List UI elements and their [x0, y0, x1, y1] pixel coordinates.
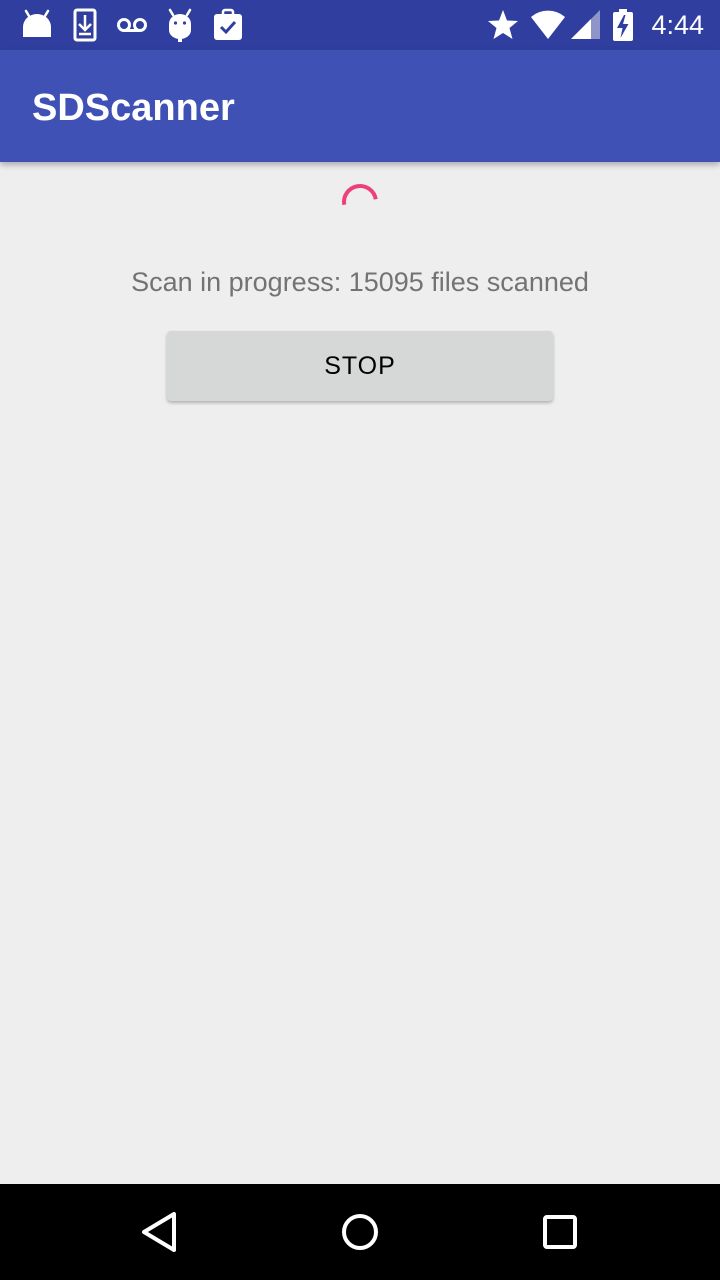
android-icon	[20, 8, 54, 42]
status-bar: 4:44	[0, 0, 720, 50]
download-icon	[68, 8, 102, 42]
navigation-bar	[0, 1184, 720, 1280]
android-debug-icon	[163, 8, 197, 42]
app-bar: SDScanner	[0, 50, 720, 162]
wifi-icon	[531, 8, 565, 42]
back-icon[interactable]	[136, 1208, 184, 1256]
status-bar-clock: 4:44	[651, 10, 704, 40]
recents-icon[interactable]	[536, 1208, 584, 1256]
battery-charging-icon	[608, 8, 638, 42]
signal-icon	[569, 8, 603, 42]
star-icon	[486, 8, 520, 42]
clipboard-check-icon	[211, 8, 245, 42]
spinner-icon	[340, 182, 380, 222]
home-icon[interactable]	[336, 1208, 384, 1256]
voicemail-icon	[115, 8, 149, 42]
app-title: SDScanner	[32, 87, 235, 129]
stop-button[interactable]: STOP	[167, 331, 553, 401]
scan-status-text: Scan in progress: 15095 files scanned	[131, 267, 589, 297]
